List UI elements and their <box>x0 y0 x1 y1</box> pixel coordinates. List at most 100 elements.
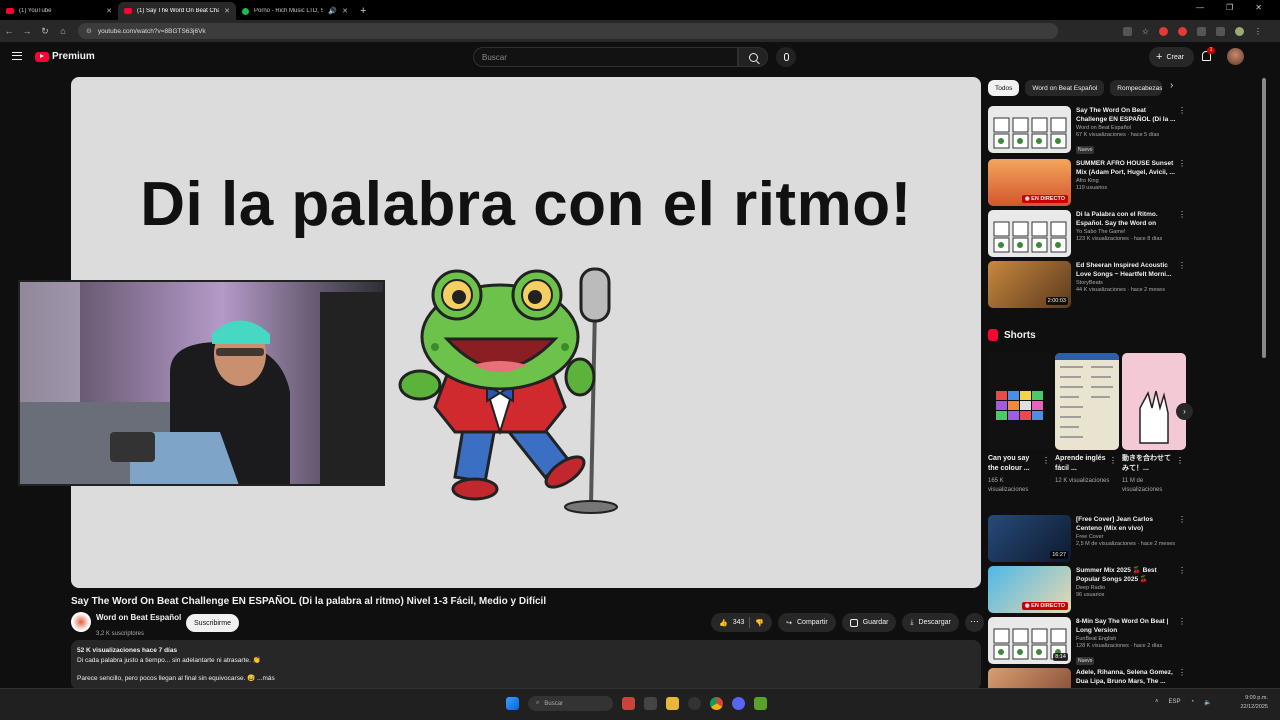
shorts-next-button[interactable]: › <box>1176 403 1193 420</box>
video-title[interactable]: [Free Cover] Jean Carlos Centeno (Mix en… <box>1076 515 1176 533</box>
video-title[interactable]: Say The Word On Beat Challenge EN ESPAÑO… <box>1076 106 1176 124</box>
more-options-icon[interactable]: ⋮ <box>1109 456 1117 465</box>
channel-name[interactable]: StoryBeats <box>1076 280 1176 286</box>
more-options-icon[interactable]: ⋮ <box>1178 261 1186 270</box>
search-input[interactable]: Buscar <box>473 47 738 67</box>
profile-icon[interactable] <box>1235 26 1244 36</box>
more-options-icon[interactable]: ⋮ <box>1178 668 1186 677</box>
github-icon[interactable] <box>688 697 701 710</box>
back-icon[interactable]: ← <box>0 26 18 36</box>
browser-tab-1[interactable]: (1) YouTube ✕ <box>0 2 118 20</box>
forward-icon[interactable]: → <box>18 26 36 36</box>
recommended-video[interactable]: Say The Word On Beat Challenge EN ESPAÑO… <box>988 106 1188 154</box>
youtube-premium-logo[interactable]: Premium <box>35 51 95 62</box>
create-button[interactable]: + Crear <box>1149 47 1194 67</box>
recommended-video[interactable]: ◉ EN DIRECTO Summer Mix 2025 🍒 Best Popul… <box>988 566 1188 614</box>
recommended-video[interactable]: Di la Palabra con el Ritmo. Español. Say… <box>988 210 1188 258</box>
menu-dots-icon[interactable]: ⋮ <box>1254 27 1262 36</box>
voice-search-button[interactable] <box>776 47 796 67</box>
task-view-icon[interactable] <box>644 697 657 710</box>
account-avatar[interactable] <box>1227 48 1244 65</box>
browser-tab-2[interactable]: (1) Say The Word On Beat Chall ✕ <box>118 2 236 20</box>
channel-name[interactable]: Deep Radio <box>1076 585 1176 591</box>
new-tab-button[interactable]: + <box>354 5 372 20</box>
channel-name[interactable]: Free Cover <box>1076 534 1176 540</box>
extension-icon[interactable] <box>1178 26 1187 36</box>
windows-start-icon[interactable] <box>506 697 519 710</box>
taskbar-search[interactable]: ⌕ Buscar <box>528 696 613 711</box>
chrome-icon[interactable] <box>710 697 723 710</box>
video-thumbnail[interactable]: 16:27 <box>988 515 1071 562</box>
close-tab-icon[interactable]: ✕ <box>106 7 112 15</box>
chip-channel[interactable]: Word on Beat Español <box>1025 80 1105 96</box>
more-options-icon[interactable]: ⋮ <box>1178 210 1186 219</box>
more-options-icon[interactable]: ⋮ <box>1176 456 1184 465</box>
address-bar[interactable]: ⚙ youtube.com/watch?v=8BGTS63j6Vk <box>78 23 1058 39</box>
more-actions-button[interactable]: ⋯ <box>964 613 984 632</box>
cast-icon[interactable] <box>1122 26 1132 36</box>
discord-icon[interactable] <box>732 697 745 710</box>
home-icon[interactable]: ⌂ <box>54 26 72 36</box>
close-tab-icon[interactable]: ✕ <box>342 7 348 15</box>
language-indicator[interactable]: ESP <box>1169 699 1181 706</box>
short-item[interactable]: Aprende inglés fácil ... 12 K visualizac… <box>1055 353 1119 486</box>
subscribe-button[interactable]: Suscribirme <box>186 614 239 632</box>
like-button[interactable]: 👍 343 👎 <box>711 613 773 632</box>
share-button[interactable]: ↪ Compartir <box>778 613 836 632</box>
site-info-icon[interactable]: ⚙ <box>86 27 92 35</box>
more-options-icon[interactable]: ⋮ <box>1178 566 1186 575</box>
download-button[interactable]: ⤓ Descargar <box>902 613 959 632</box>
search-button[interactable] <box>738 47 768 67</box>
video-title[interactable]: Di la Palabra con el Ritmo. Español. Say… <box>1076 210 1176 228</box>
extension-icon[interactable] <box>1159 26 1168 36</box>
reload-icon[interactable]: ↻ <box>36 26 54 37</box>
maximize-icon[interactable]: ❐ <box>1226 3 1233 12</box>
chevron-up-icon[interactable]: ˄ <box>1155 699 1159 706</box>
recommended-video[interactable]: 2:00:03 Ed Sheeran Inspired Acoustic Love… <box>988 261 1188 309</box>
video-title[interactable]: Ed Sheeran Inspired Acoustic Love Songs … <box>1076 261 1176 279</box>
channel-name[interactable]: Afro King <box>1076 178 1176 184</box>
video-thumbnail[interactable]: 8:14 <box>988 617 1071 664</box>
video-thumbnail[interactable]: 2:00:03 <box>988 261 1071 308</box>
more-options-icon[interactable]: ⋮ <box>1178 515 1186 524</box>
recommended-video[interactable]: 16:27 [Free Cover] Jean Carlos Centeno (M… <box>988 515 1188 563</box>
hamburger-menu-icon[interactable] <box>12 52 22 60</box>
clock[interactable]: 9:09 p.m. 22/12/2025 <box>1240 694 1268 712</box>
video-title[interactable]: SUMMER AFRO HOUSE Sunset Mix (Adam Port,… <box>1076 159 1176 177</box>
recommended-video[interactable]: 8:14 8-Min Say The Word On Beat | Long Ve… <box>988 617 1188 665</box>
volume-icon[interactable]: 🔈 <box>1204 699 1211 706</box>
save-button[interactable]: Guardar <box>841 613 897 632</box>
description-box[interactable]: 52 K visualizaciones hace 7 días Di cada… <box>71 640 981 690</box>
wifi-icon[interactable]: ◔ <box>1191 699 1195 706</box>
more-options-icon[interactable]: ⋮ <box>1178 106 1186 115</box>
chip-todos[interactable]: Todos <box>988 80 1020 96</box>
close-tab-icon[interactable]: ✕ <box>224 7 230 15</box>
scrollbar-thumb[interactable] <box>1262 78 1266 358</box>
more-options-icon[interactable]: ⋮ <box>1178 159 1186 168</box>
video-thumbnail[interactable] <box>988 210 1071 257</box>
page-scrollbar[interactable] <box>1260 72 1268 688</box>
channel-name[interactable]: Word on Beat Español <box>96 613 181 622</box>
minimize-icon[interactable]: — <box>1196 3 1204 12</box>
minecraft-icon[interactable] <box>754 697 767 710</box>
video-thumbnail[interactable] <box>988 106 1071 153</box>
more-options-icon[interactable]: ⋮ <box>1042 456 1050 465</box>
channel-name[interactable]: Word on Beat Español <box>1076 125 1176 131</box>
video-title[interactable]: Adele, Rihanna, Selena Gomez, Dua Lipa, … <box>1076 668 1176 686</box>
video-title[interactable]: 8-Min Say The Word On Beat | Long Versio… <box>1076 617 1176 635</box>
channel-avatar[interactable] <box>71 612 91 632</box>
recommended-video[interactable]: ◉ EN DIRECTO SUMMER AFRO HOUSE Sunset Mix… <box>988 159 1188 207</box>
close-window-icon[interactable]: ✕ <box>1255 3 1262 12</box>
chip-puzzles[interactable]: Rompecabezas <box>1110 80 1163 96</box>
sidebar-icon[interactable] <box>1216 26 1225 36</box>
file-explorer-icon[interactable] <box>666 697 679 710</box>
news-widget-icon[interactable] <box>622 697 635 710</box>
channel-name[interactable]: FunBeat English <box>1076 636 1176 642</box>
short-item[interactable]: 動きを合わせてみて！... 11 M de visualizaciones ⋮ <box>1122 353 1186 495</box>
bookmark-star-icon[interactable]: ☆ <box>1142 27 1149 36</box>
video-thumbnail[interactable]: ◉ EN DIRECTO <box>988 566 1071 613</box>
thumbs-down-icon[interactable]: 👎 <box>755 619 764 627</box>
browser-tab-3[interactable]: Porno - Rich Music LTD, Sei 🔊 ✕ <box>236 2 354 20</box>
video-title[interactable]: Summer Mix 2025 🍒 Best Popular Songs 202… <box>1076 566 1176 584</box>
extensions-puzzle-icon[interactable] <box>1197 26 1206 36</box>
